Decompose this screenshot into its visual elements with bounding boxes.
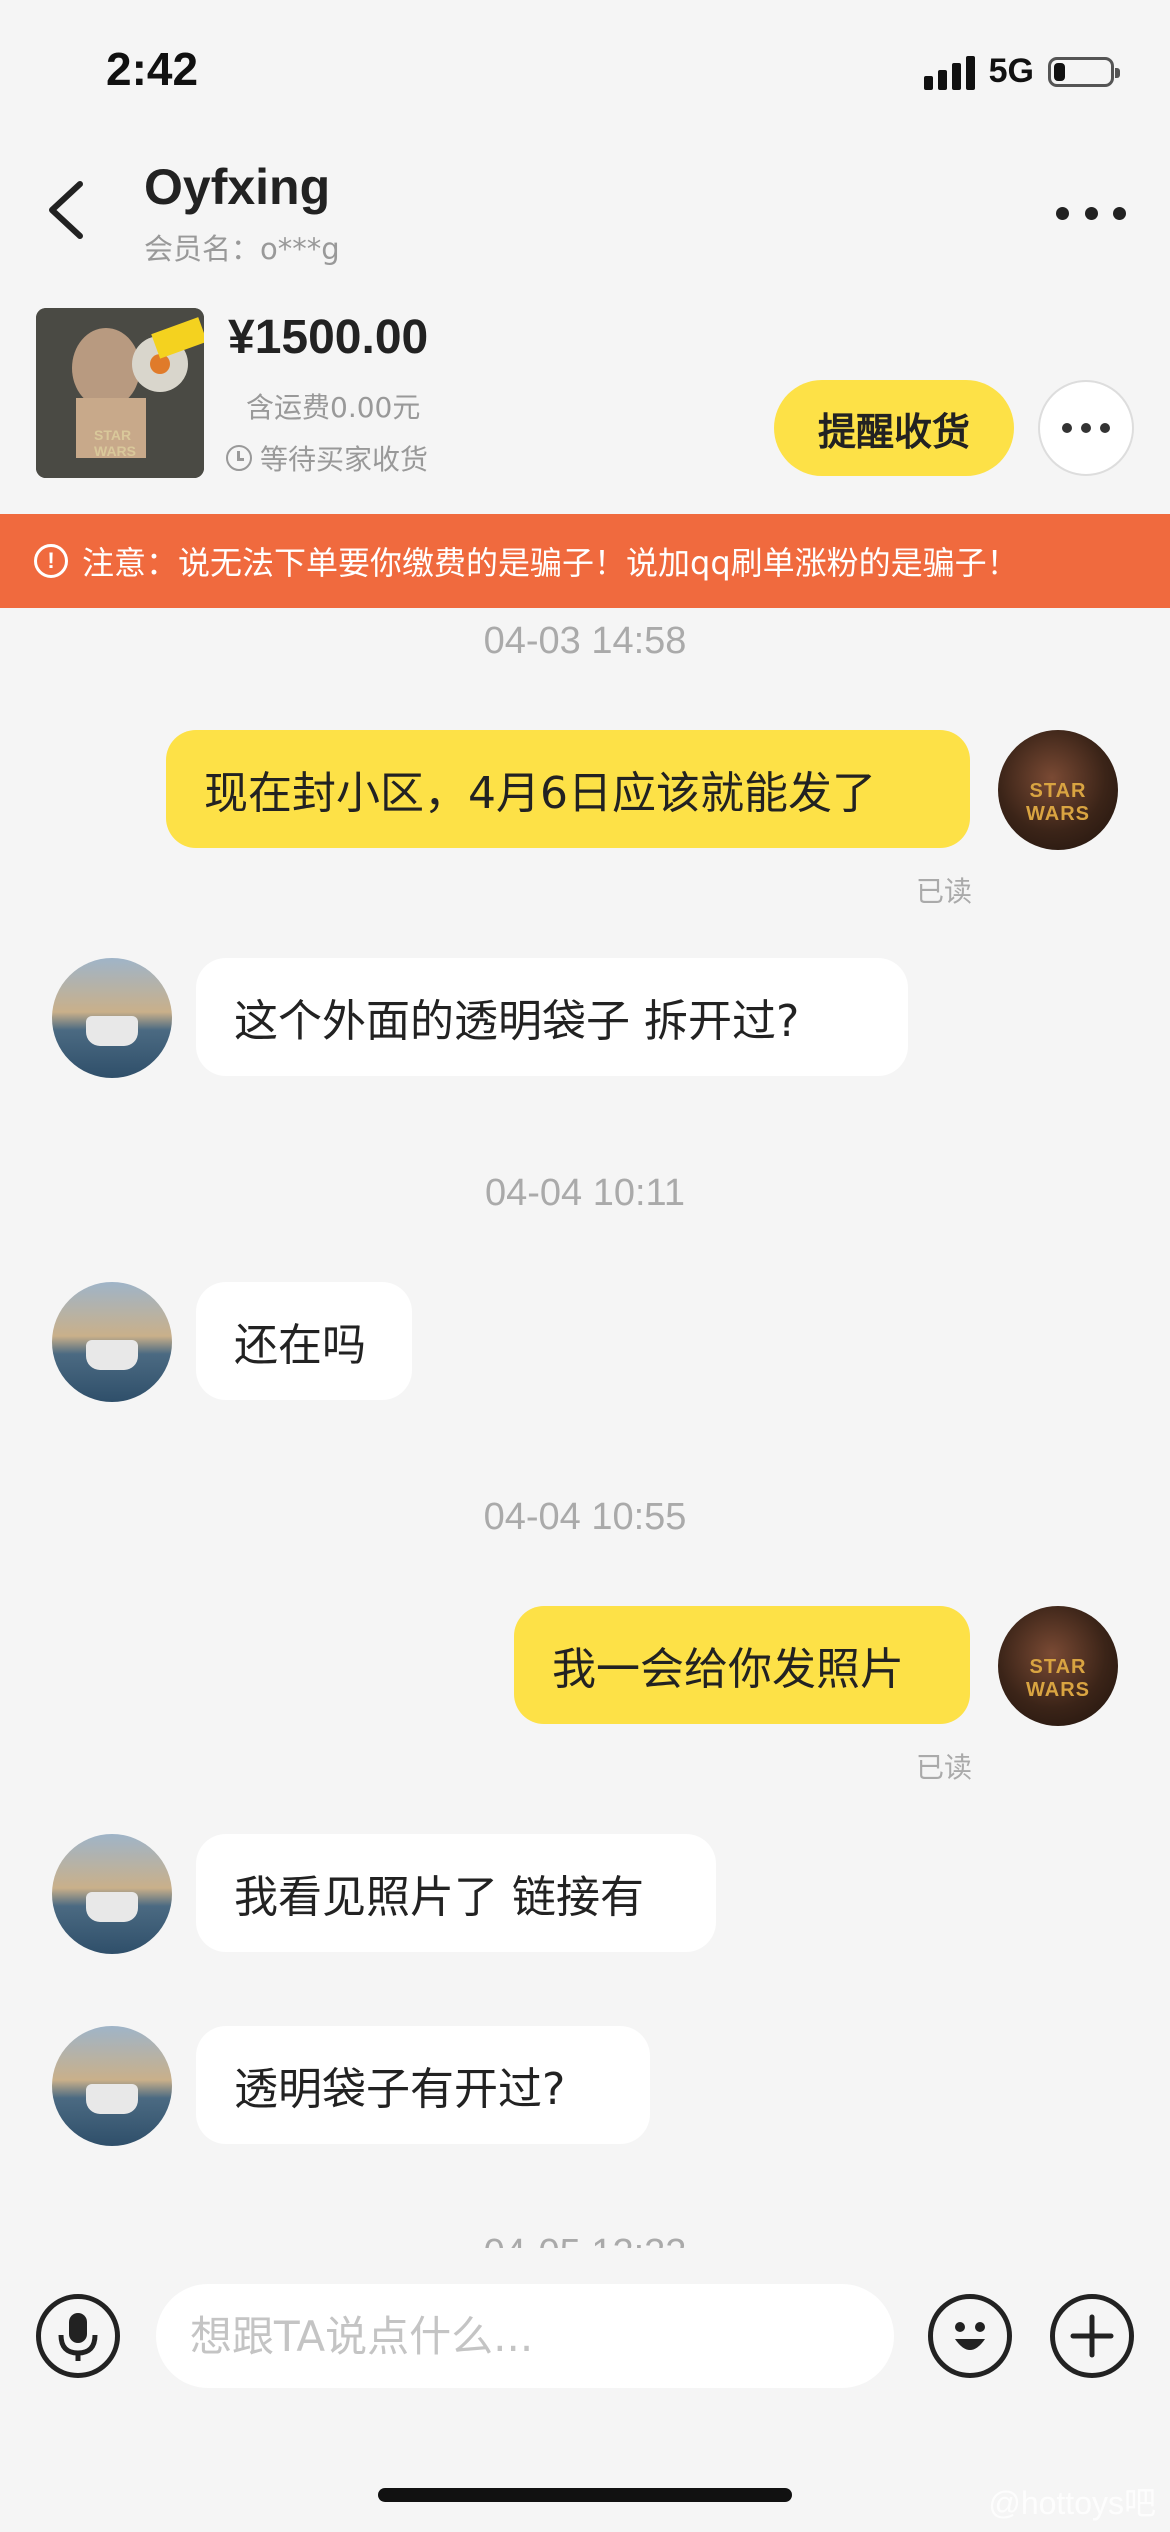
read-status: 已读 bbox=[916, 875, 973, 908]
message-bubble[interactable]: 透明袋子有开过? bbox=[196, 2026, 650, 2144]
timestamp: 04-03 14:58 bbox=[483, 620, 687, 662]
watermark: @hottoys吧 bbox=[988, 2485, 1156, 2521]
more-horizontal-icon bbox=[1081, 423, 1091, 433]
order-status-text: 等待买家收货 bbox=[260, 443, 429, 476]
status-indicators: 5G bbox=[923, 52, 1120, 91]
timestamp: 04-04 10:55 bbox=[483, 1496, 687, 1538]
status-bar: 2:42 5G bbox=[0, 0, 1170, 140]
chat-header: Oyfxing 会员名：o***g bbox=[0, 140, 1170, 290]
contact-avatar[interactable] bbox=[52, 2026, 172, 2146]
alert-circle-icon: ! bbox=[34, 544, 68, 578]
svg-text:WARS: WARS bbox=[94, 443, 136, 459]
timestamp: 04-04 10:11 bbox=[484, 1172, 686, 1214]
contact-name: Oyfxing bbox=[144, 159, 331, 215]
svg-text:STAR: STAR bbox=[94, 427, 131, 443]
message-list[interactable]: 04-03 14:58 现在封小区，4月6日应该就能发了 STAR WARS 已… bbox=[0, 608, 1170, 2248]
home-indicator[interactable] bbox=[378, 2488, 792, 2502]
battery-icon bbox=[1048, 56, 1120, 87]
remind-receipt-button[interactable]: 提醒收货 bbox=[774, 380, 1014, 476]
more-horizontal-icon bbox=[1100, 423, 1110, 433]
message-text: 现在封小区，4月6日应该就能发了 bbox=[204, 768, 876, 819]
message-bubble[interactable]: 我看见照片了 链接有 bbox=[196, 1834, 716, 1952]
message-bubble[interactable]: 现在封小区，4月6日应该就能发了 bbox=[166, 730, 970, 848]
signal-icon bbox=[923, 54, 975, 90]
voice-button[interactable] bbox=[36, 2294, 120, 2378]
avatar-image bbox=[86, 1016, 138, 1046]
clock-icon bbox=[226, 445, 252, 471]
chevron-left-icon bbox=[49, 181, 83, 239]
input-bar bbox=[0, 2248, 1170, 2428]
emoji-button[interactable] bbox=[928, 2294, 1012, 2378]
more-horizontal-icon bbox=[1084, 206, 1098, 220]
more-horizontal-icon bbox=[1062, 423, 1072, 433]
product-image[interactable]: STAR WARS bbox=[36, 308, 204, 478]
more-horizontal-icon bbox=[1113, 206, 1126, 220]
more-horizontal-icon bbox=[1056, 206, 1069, 220]
order-status: 等待买家收货 bbox=[226, 438, 428, 478]
shipping-fee: 含运费0.00元 bbox=[246, 391, 421, 424]
back-button[interactable] bbox=[38, 170, 98, 250]
order-card: STAR WARS ¥1500.00 含运费0.00元 等待买家收货 提醒收货 bbox=[0, 300, 1170, 490]
add-button[interactable] bbox=[1050, 2294, 1134, 2378]
message-input[interactable] bbox=[156, 2284, 894, 2388]
message-text: 还在吗 bbox=[234, 1320, 366, 1371]
contact-avatar[interactable] bbox=[52, 1834, 172, 1954]
emoji-icon bbox=[955, 2322, 985, 2350]
message-text: 透明袋子有开过? bbox=[234, 2064, 566, 2115]
plus-icon bbox=[1070, 2314, 1114, 2358]
avatar-logo: STAR WARS bbox=[1026, 1656, 1090, 1701]
message-text: 我一会给你发照片 bbox=[552, 1644, 904, 1695]
microphone-icon bbox=[58, 2313, 98, 2361]
more-button[interactable] bbox=[1056, 198, 1126, 228]
message-text: 这个外面的透明袋子 拆开过? bbox=[234, 996, 800, 1047]
order-more-button[interactable] bbox=[1038, 380, 1134, 476]
network-type: 5G bbox=[988, 52, 1034, 90]
contact-avatar[interactable] bbox=[52, 1282, 172, 1402]
message-bubble[interactable]: 我一会给你发照片 bbox=[514, 1606, 970, 1724]
avatar-image bbox=[86, 1892, 138, 1922]
product-photo: STAR WARS bbox=[36, 308, 204, 478]
message-bubble[interactable]: 这个外面的透明袋子 拆开过? bbox=[196, 958, 908, 1076]
status-time: 2:42 bbox=[106, 43, 199, 95]
battery-level bbox=[1054, 62, 1065, 81]
avatar-image bbox=[86, 1340, 138, 1370]
member-name: 会员名：o***g bbox=[144, 232, 340, 266]
read-status: 已读 bbox=[916, 1751, 973, 1784]
fraud-warning-banner: ! 注意：说无法下单要你缴费的是骗子！说加qq刷单涨粉的是骗子！ bbox=[0, 514, 1170, 608]
order-price: ¥1500.00 bbox=[228, 311, 429, 364]
avatar-logo: STAR WARS bbox=[1026, 780, 1090, 825]
self-avatar[interactable]: STAR WARS bbox=[998, 1606, 1118, 1726]
warning-text: 注意：说无法下单要你缴费的是骗子！说加qq刷单涨粉的是骗子！ bbox=[82, 544, 1019, 582]
message-bubble[interactable]: 还在吗 bbox=[196, 1282, 412, 1400]
message-text: 我看见照片了 链接有 bbox=[234, 1872, 644, 1923]
self-avatar[interactable]: STAR WARS bbox=[998, 730, 1118, 850]
contact-avatar[interactable] bbox=[52, 958, 172, 1078]
timestamp: 04-05 12:22 bbox=[0, 2232, 1170, 2248]
avatar-image bbox=[86, 2084, 138, 2114]
